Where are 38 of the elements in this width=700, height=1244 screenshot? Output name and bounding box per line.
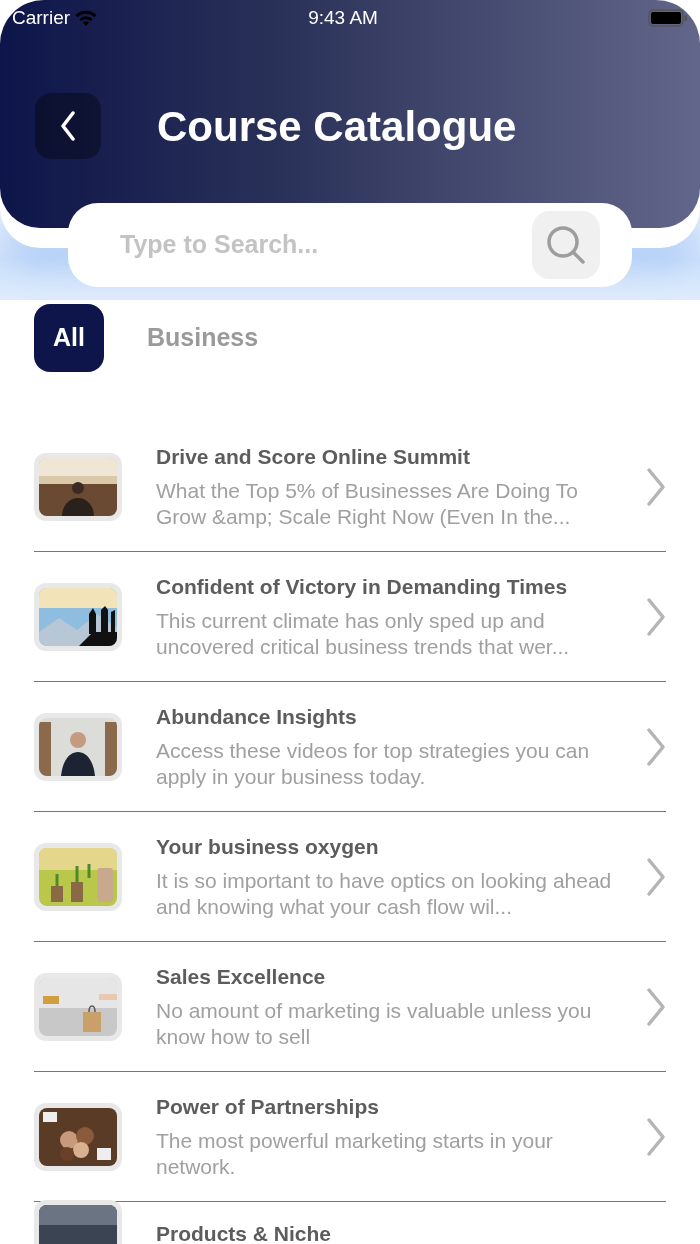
course-description: Access these videos for top strategies you can apply in your business today. [156, 737, 591, 790]
course-description: It is so important to have optics on looking ahead and knowing what your cash flow wil... [156, 867, 613, 920]
course-title: Power of Partnerships [156, 1093, 380, 1120]
course-row[interactable]: Confident of Victory in Demanding Times This current climate has only sped up and uncovered critical business trends that wer... [34, 552, 666, 682]
search-button[interactable] [532, 211, 600, 279]
chevron-icon [646, 466, 666, 507]
search-field[interactable]: Type to Search... [68, 203, 632, 287]
course-title: Your business oxygen [156, 833, 380, 860]
search-icon [545, 224, 587, 266]
chevron-icon [646, 726, 666, 767]
course-title: Products & Niche [156, 1221, 333, 1244]
course-description: No amount of marketing is valuable unless you know how to sell [156, 997, 593, 1050]
back-button[interactable] [35, 93, 101, 159]
back-icon [60, 111, 76, 141]
battery-icon [648, 9, 688, 27]
course-title: Sales Excellence [156, 963, 327, 990]
course-row[interactable]: Your business oxygen It is so important to have optics on looking ahead and knowing what your cash flow wil... [34, 812, 666, 942]
course-title: Abundance Insights [156, 703, 358, 730]
course-description: What the Top 5% of Businesses Are Doing To Grow &amp; Scale Right Now (Even In the... [156, 477, 579, 530]
course-description: The most powerful marketing starts in your network. [156, 1127, 554, 1180]
course-row[interactable]: Drive and Score Online Summit What the Top 5% of Businesses Are Doing To Grow &amp; Scale Right Now (Even In the... [34, 422, 666, 552]
wifi-icon [74, 9, 99, 27]
course-row[interactable]: Abundance Insights Access these videos for top strategies you can apply in your business today. [34, 682, 666, 812]
course-title: Confident of Victory in Demanding Times [156, 573, 569, 600]
chevron-icon [646, 986, 666, 1027]
time-label: 9:43 AM [308, 5, 378, 30]
search-input[interactable]: Type to Search... [118, 225, 532, 265]
page-title: Course Catalogue [157, 101, 517, 152]
course-title: Drive and Score Online Summit [156, 443, 471, 470]
course-description: This current climate has only sped up and uncovered critical business trends that wer... [156, 607, 571, 660]
course-row[interactable]: Products & Niche [34, 1202, 666, 1244]
chevron-icon [646, 1116, 666, 1157]
carrier-label: Carrier [12, 5, 71, 30]
chevron-icon [646, 856, 666, 897]
filter-tab[interactable]: All [34, 304, 104, 372]
chevron-icon [646, 596, 666, 637]
course-row[interactable]: Power of Partnerships The most powerful marketing starts in your network. [34, 1072, 666, 1202]
course-row[interactable]: Sales Excellence No amount of marketing is valuable unless you know how to sell [34, 942, 666, 1072]
